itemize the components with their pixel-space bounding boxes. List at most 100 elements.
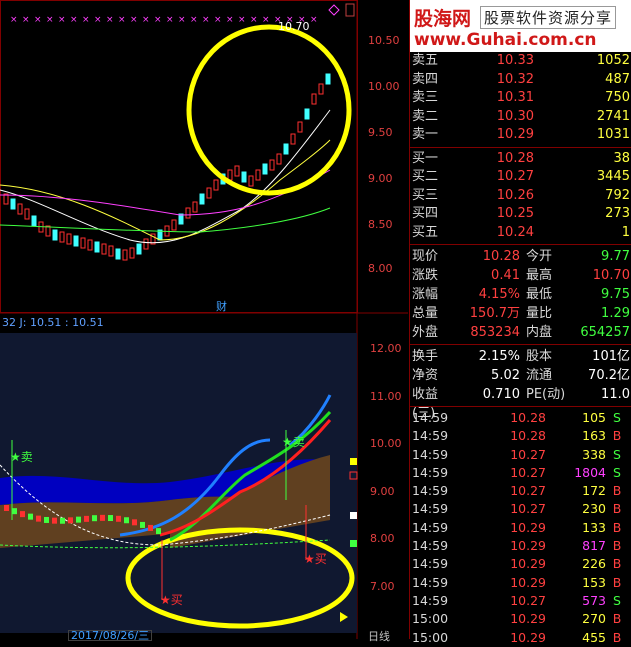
sell-label: 卖五: [412, 53, 439, 68]
stat-key: 换手: [412, 349, 439, 364]
candle: [262, 163, 268, 175]
indicator-candle: [148, 524, 153, 531]
stat-value-2: 70.2亿: [588, 368, 630, 383]
tick-row[interactable]: 15:00 10.29 270 B: [410, 610, 631, 628]
tick-row[interactable]: 14:59 10.28 105 S: [410, 409, 631, 427]
tick-row[interactable]: 14:59 10.27 172 B: [410, 482, 631, 500]
x-marker: ×: [130, 15, 138, 25]
candle: [143, 238, 149, 250]
sell-volume: 750: [605, 90, 630, 105]
stat-row: 换手 2.15% 股本 101亿: [410, 347, 631, 366]
stat-value: 0.41: [491, 268, 520, 283]
period-label[interactable]: 日线: [368, 628, 390, 644]
tick-volume: 455: [582, 629, 606, 645]
buy-row[interactable]: 买五 10.24 1: [410, 224, 631, 243]
tick-time: 14:59: [412, 501, 449, 517]
buy-row[interactable]: 买一 10.28 38: [410, 150, 631, 169]
tick-volume: 270: [582, 611, 606, 627]
candle: [59, 231, 65, 243]
x-marker: ×: [262, 15, 270, 25]
buy-price: 10.24: [496, 224, 534, 240]
candle: [45, 225, 51, 237]
x-marker: ×: [58, 15, 66, 25]
sell-label: 卖二: [412, 108, 439, 124]
sell-row[interactable]: 卖一 10.29 1031: [410, 126, 631, 145]
indicator-candle: [156, 528, 161, 535]
tick-row[interactable]: 14:59 10.29 133 B: [410, 519, 631, 537]
candle: [199, 193, 205, 205]
sell-row[interactable]: 卖五 10.33 1052: [410, 52, 631, 71]
sell-row[interactable]: 卖三 10.31 750: [410, 89, 631, 108]
candle: [318, 83, 324, 95]
tick-price: 10.27: [510, 501, 546, 517]
sell-price: 10.33: [496, 53, 534, 68]
candle: [52, 229, 58, 241]
candle: [87, 239, 93, 251]
buy-label: 买二: [412, 169, 439, 184]
tick-side: S: [613, 592, 621, 608]
buy-price: 10.27: [496, 169, 534, 184]
tick-price: 10.29: [510, 629, 546, 645]
tick-volume: 226: [582, 556, 606, 572]
tick-row[interactable]: 14:59 10.29 226 B: [410, 555, 631, 573]
indicator-candle: [92, 515, 97, 522]
tick-row[interactable]: 14:59 10.29 153 B: [410, 574, 631, 592]
stat-key: 收益(三): [412, 387, 439, 421]
high-price-marker: 10.70: [278, 20, 310, 33]
sell-price: 10.30: [496, 108, 534, 124]
tick-time: 14:59: [412, 519, 449, 535]
x-marker: ×: [214, 15, 222, 25]
x-marker: ×: [226, 15, 234, 25]
tick-row[interactable]: 14:59 10.29 817 B: [410, 537, 631, 555]
tick-row[interactable]: 14:59 10.28 163 B: [410, 427, 631, 445]
tick-side: B: [612, 428, 622, 444]
buy-label: 买一: [412, 150, 439, 166]
tick-volume: 172: [582, 483, 606, 499]
tick-time: 14:59: [412, 464, 449, 480]
candle: [101, 243, 107, 255]
buy-price: 10.28: [496, 150, 534, 166]
finance-marker[interactable]: 财: [216, 298, 227, 314]
tick-volume: 153: [582, 574, 606, 590]
tick-time: 14:59: [412, 410, 449, 425]
sell-row[interactable]: 卖二 10.30 2741: [410, 108, 631, 127]
sell-row[interactable]: 卖四 10.32 487: [410, 71, 631, 90]
stat-value: 2.15%: [478, 349, 520, 364]
tick-row[interactable]: 14:59 10.27 573 S: [410, 592, 631, 610]
tick-list[interactable]: 14:59 10.28 105 S 14:59 10.28 163 B 14:59 10.27 33…: [410, 409, 631, 647]
buy-row[interactable]: 买四 10.25 273: [410, 205, 631, 224]
window-icon[interactable]: [345, 3, 355, 17]
buy-row[interactable]: 买三 10.26 792: [410, 187, 631, 206]
stat-key-2: 最低: [526, 287, 553, 302]
tick-row[interactable]: 15:00 10.29 455 B: [410, 629, 631, 647]
candle: [311, 93, 317, 105]
kline-chart-area[interactable]: × × × × × × × × × × × × × × × × × × × × × × × × × × 10.50 10.0: [0, 0, 408, 643]
logo-name: 股海网: [414, 8, 472, 30]
buy-order-book: 买一 10.28 38 买二 10.27 3445 买三 10.26 792 买四 10.25 273…: [410, 150, 631, 243]
stat-value-2: 9.77: [601, 249, 630, 264]
tick-row[interactable]: 14:59 10.27 338 S: [410, 446, 631, 464]
stat-row: 净资 5.02 流通 70.2亿: [410, 366, 631, 385]
indicator-candle: [12, 508, 17, 515]
stat-key-2: 内盘: [526, 325, 553, 340]
indicator-candle: [60, 517, 65, 524]
sell-label: 卖三: [412, 90, 439, 105]
tick-row[interactable]: 14:59 10.27 230 B: [410, 500, 631, 518]
candle: [17, 203, 23, 215]
indicator-candle: [4, 505, 9, 511]
indicator-candle: [36, 515, 41, 522]
x-marker: ×: [70, 15, 78, 25]
x-marker: ×: [46, 15, 54, 25]
tick-volume: 133: [582, 519, 606, 535]
tick-price: 10.29: [510, 538, 546, 554]
buy-price: 10.26: [496, 187, 534, 203]
buy-row[interactable]: 买二 10.27 3445: [410, 168, 631, 187]
indicator-readout: 32 J: 10.51 : 10.51: [2, 316, 104, 329]
sell-label: 卖四: [412, 71, 439, 87]
tick-price: 10.27: [510, 446, 546, 462]
sell-volume: 487: [605, 71, 630, 87]
tick-row[interactable]: 14:59 10.27 1804 S: [410, 464, 631, 482]
candle: [115, 248, 121, 260]
indicator-candle: [116, 515, 121, 522]
candle: [129, 247, 135, 259]
